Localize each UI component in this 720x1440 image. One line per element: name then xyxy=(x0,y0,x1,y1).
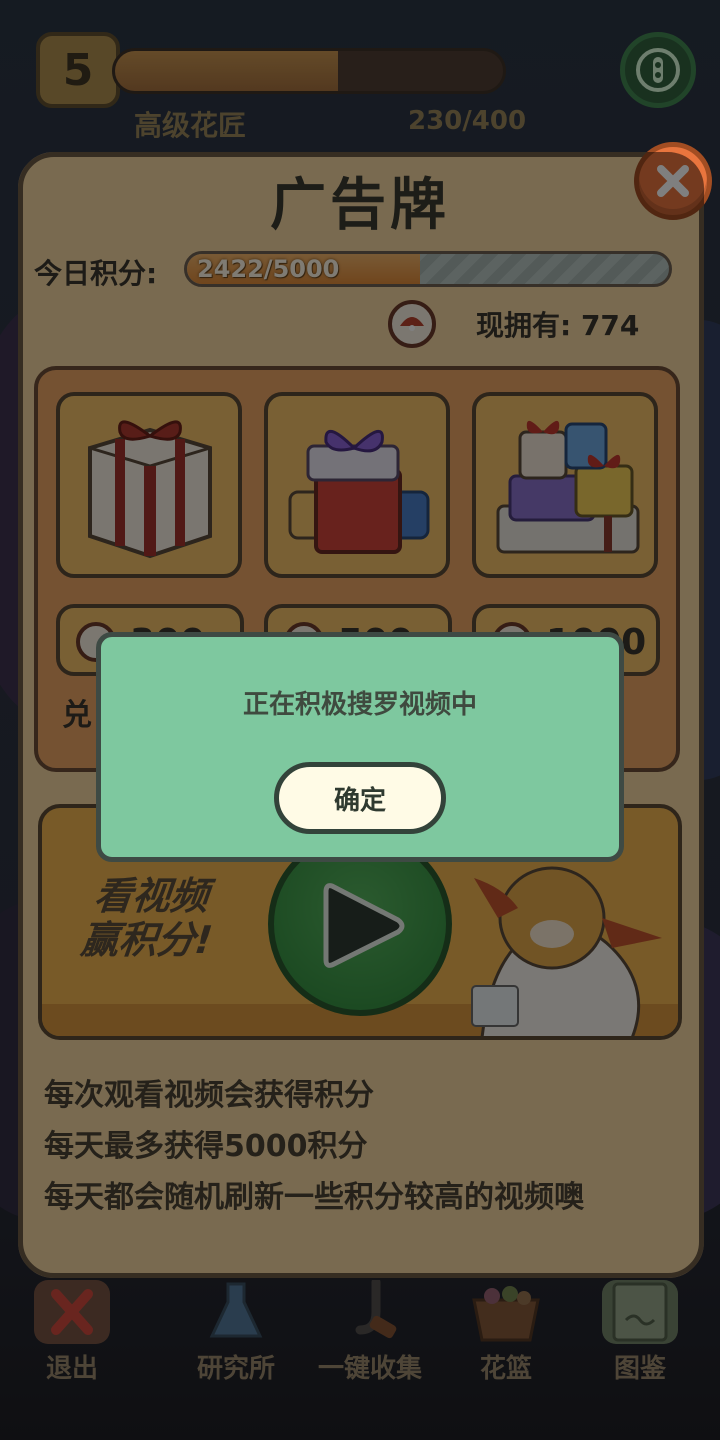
gift-box-large-icon xyxy=(496,420,640,554)
rules-text: 每次观看视频会获得积分 每天最多获得5000积分 每天都会随机刷新一些积分较高的… xyxy=(44,1070,584,1223)
rule-line: 每天都会随机刷新一些积分较高的视频噢 xyxy=(44,1180,584,1215)
close-button[interactable] xyxy=(634,142,712,220)
confirm-button[interactable]: 确定 xyxy=(274,762,446,834)
dialog-message: 正在积极搜罗视频中 xyxy=(242,690,477,720)
rule-line: 每天最多获得5000积分 xyxy=(44,1129,368,1164)
watch-video-line2: 赢积分! xyxy=(78,918,215,962)
daily-score-label: 今日积分: xyxy=(34,257,158,290)
watch-video-text: 看视频 赢积分! xyxy=(59,874,238,962)
gift-card-small[interactable] xyxy=(56,392,242,578)
rule-line: 每次观看视频会获得积分 xyxy=(44,1078,374,1113)
owned-points: 现拥有: 774 xyxy=(476,309,640,342)
redeem-label: 兑 xyxy=(62,698,92,733)
coin-icon xyxy=(388,300,436,348)
daily-score-bar: 2422/5000 xyxy=(184,251,672,287)
gift-card-medium[interactable] xyxy=(264,392,450,578)
watch-video-line1: 看视频 xyxy=(91,874,211,918)
gift-box-small-icon xyxy=(88,420,212,559)
panel-title: 广告牌 xyxy=(270,173,450,238)
gift-box-medium-icon xyxy=(288,430,430,554)
gift-card-large[interactable] xyxy=(472,392,658,578)
close-icon xyxy=(657,165,689,197)
daily-score-text: 2422/5000 xyxy=(197,255,340,283)
play-icon xyxy=(323,883,405,968)
confirm-button-label: 确定 xyxy=(333,785,386,816)
